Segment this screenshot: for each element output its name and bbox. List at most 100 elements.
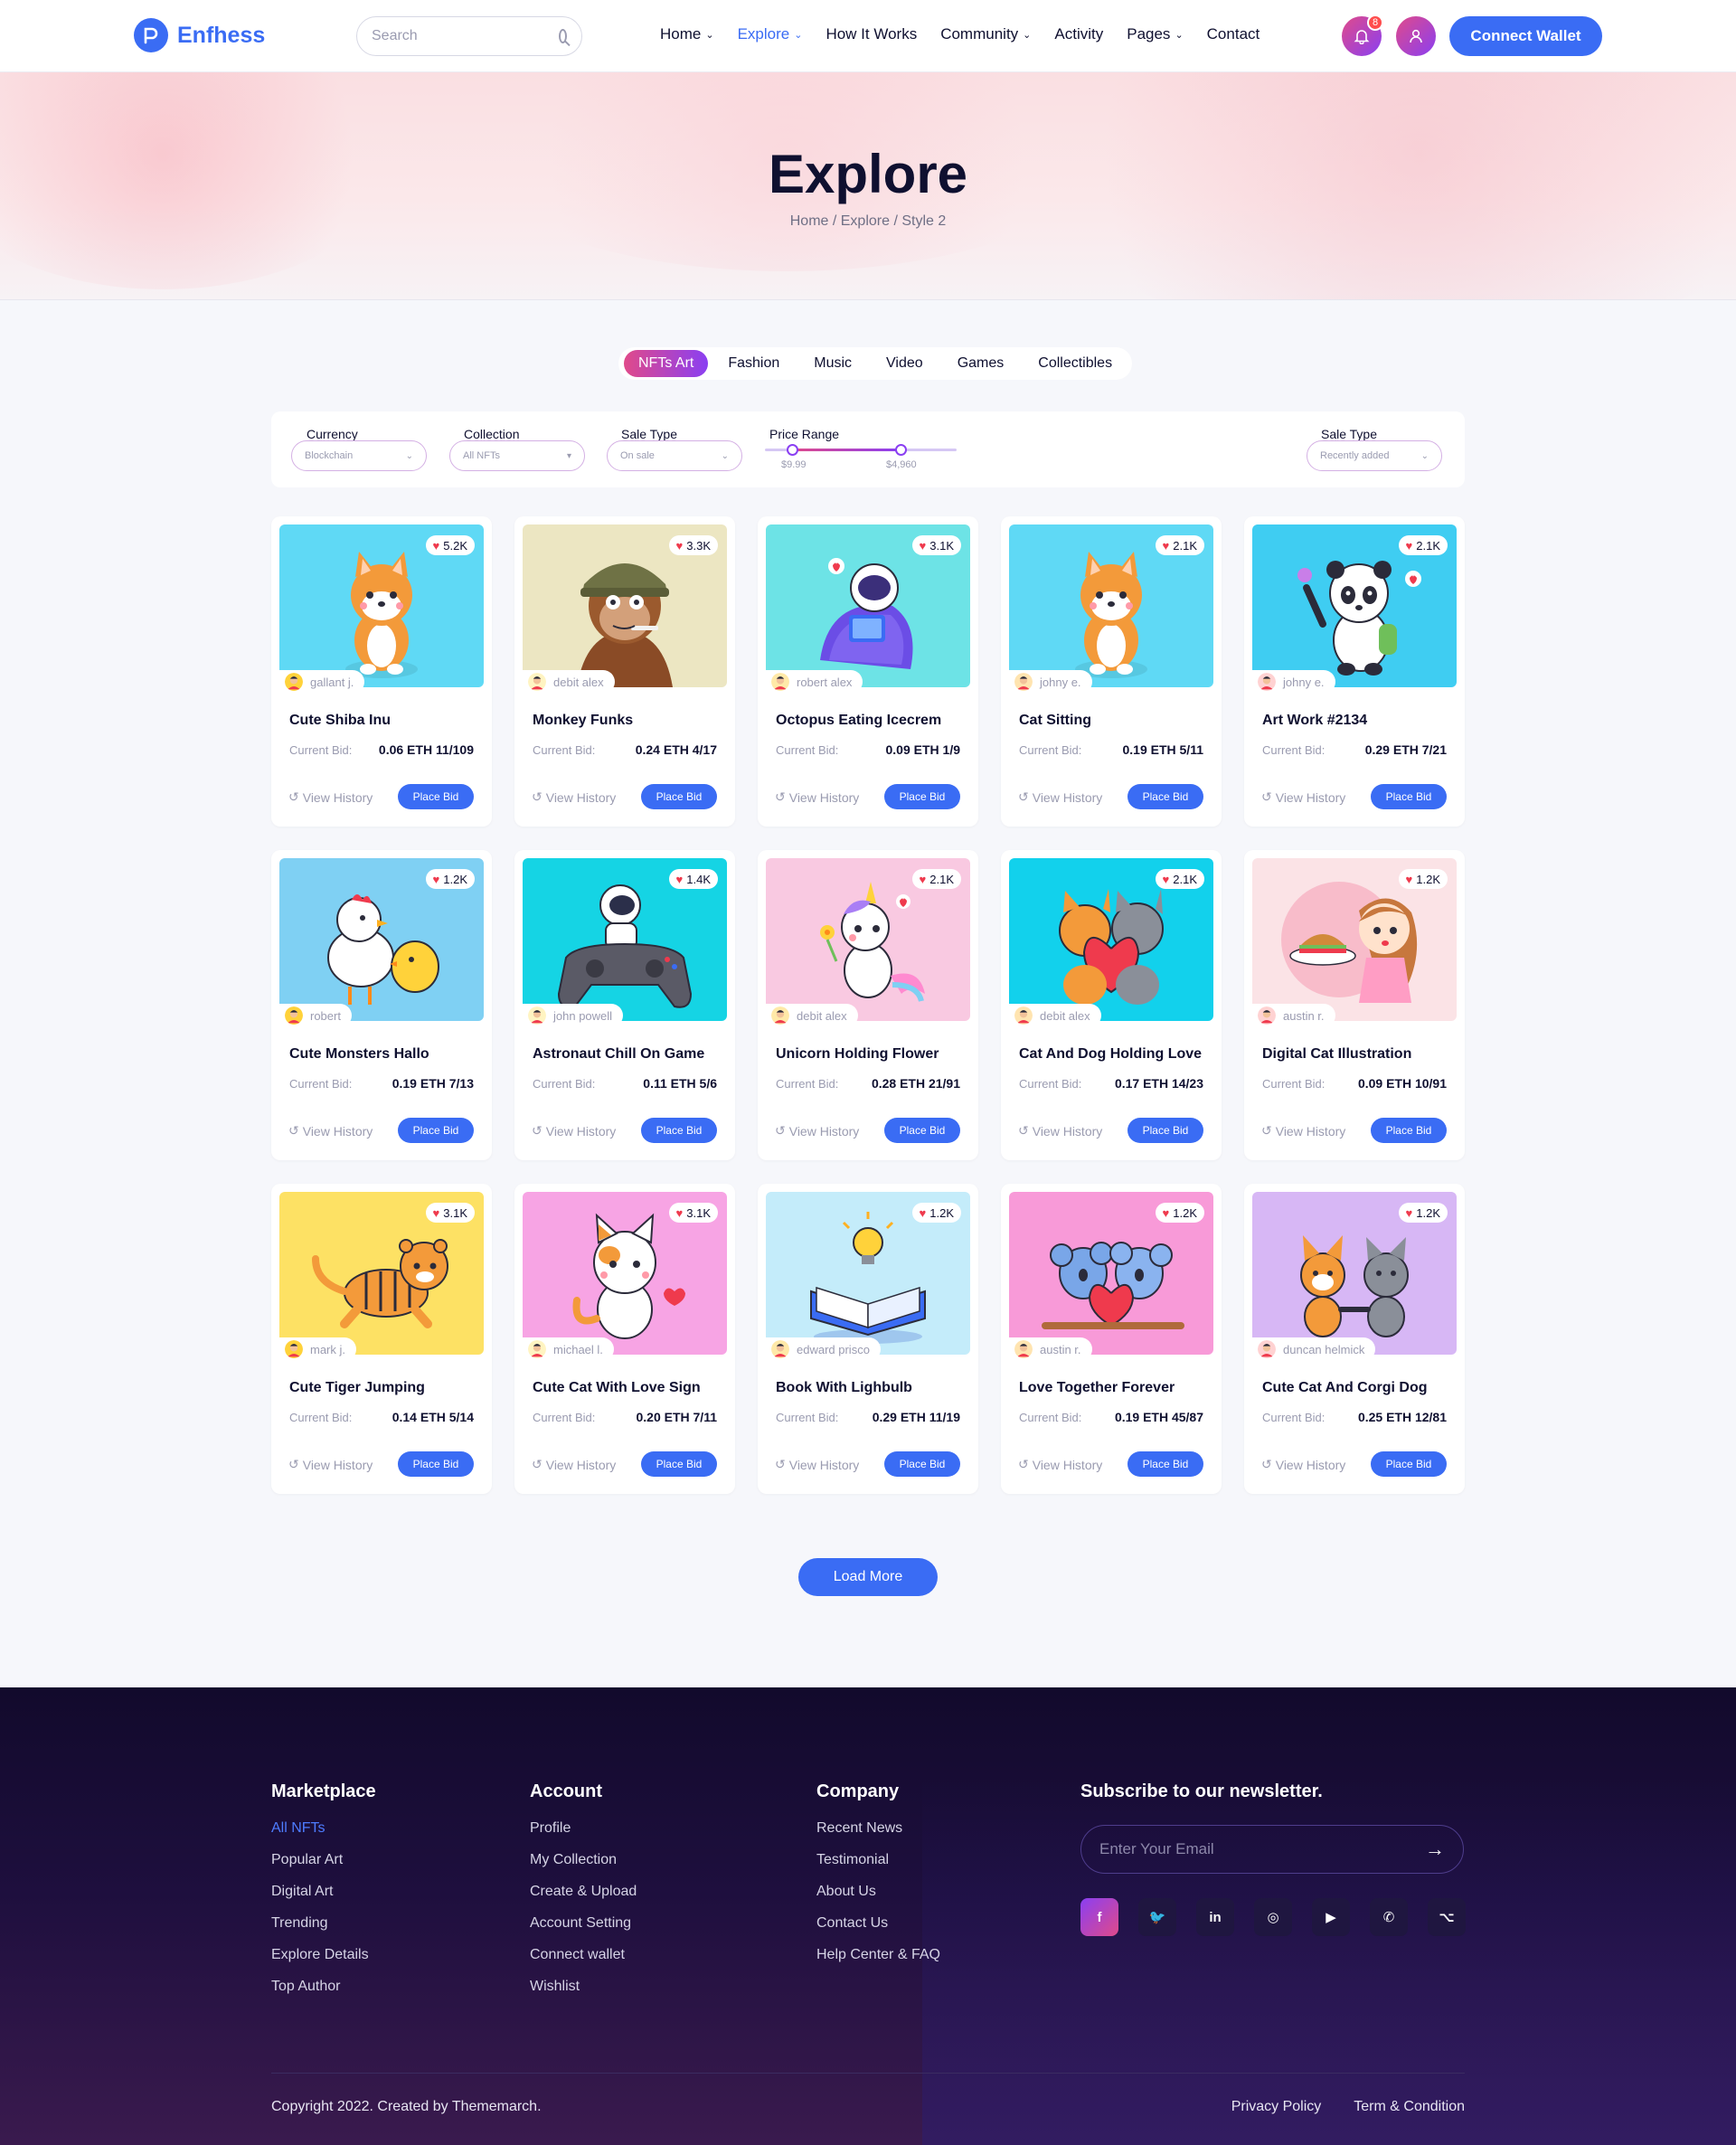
nft-title[interactable]: Book With Lighbulb <box>776 1380 912 1396</box>
view-history-link[interactable]: ↺ View History <box>1018 1123 1102 1139</box>
view-history-link[interactable]: ↺ View History <box>775 1123 859 1139</box>
like-count[interactable]: ♥ 1.4K <box>668 869 718 889</box>
sale-type-select[interactable]: On sale ⌄ <box>607 440 742 471</box>
nft-image[interactable]: ♥ 1.2K <box>279 858 484 1021</box>
collection-select[interactable]: All NFTs ▾ <box>449 440 585 471</box>
view-history-link[interactable]: ↺ View History <box>532 789 616 805</box>
view-history-link[interactable]: ↺ View History <box>1018 789 1102 805</box>
owner-chip[interactable]: johny e. <box>1252 670 1335 694</box>
nft-card[interactable]: ♥ 2.1K johny e. Art Work #2134 Current B… <box>1244 516 1465 827</box>
owner-chip[interactable]: austin r. <box>1009 1337 1092 1361</box>
place-bid-button[interactable]: Place Bid <box>1371 1451 1447 1477</box>
like-count[interactable]: ♥ 1.2K <box>425 869 475 889</box>
place-bid-button[interactable]: Place Bid <box>1127 784 1203 809</box>
place-bid-button[interactable]: Place Bid <box>398 1451 474 1477</box>
nft-title[interactable]: Octopus Eating Icecrem <box>776 713 941 729</box>
nft-image[interactable]: ♥ 2.1K <box>1009 524 1213 687</box>
view-history-link[interactable]: ↺ View History <box>1018 1457 1102 1472</box>
price-max-handle[interactable] <box>895 444 907 456</box>
nft-title[interactable]: Cat Sitting <box>1019 713 1091 729</box>
search-box[interactable] <box>356 16 582 56</box>
nft-title[interactable]: Art Work #2134 <box>1262 713 1367 729</box>
owner-chip[interactable]: debit alex <box>1009 1004 1101 1027</box>
nft-title[interactable]: Cute Cat And Corgi Dog <box>1262 1380 1428 1396</box>
price-min-handle[interactable] <box>787 444 798 456</box>
footer-link[interactable]: Recent News <box>816 1820 940 1837</box>
profile-button[interactable] <box>1396 16 1436 56</box>
twitter-icon[interactable]: 🐦 <box>1138 1898 1176 1936</box>
view-history-link[interactable]: ↺ View History <box>775 1457 859 1472</box>
whatsapp-icon[interactable]: ✆ <box>1370 1898 1408 1936</box>
footer-link[interactable]: Top Author <box>271 1979 376 1995</box>
like-count[interactable]: ♥ 5.2K <box>425 535 475 555</box>
footer-link[interactable]: About Us <box>816 1884 940 1900</box>
like-count[interactable]: ♥ 2.1K <box>911 869 961 889</box>
nft-title[interactable]: Cute Tiger Jumping <box>289 1380 425 1396</box>
tab-nfts-art[interactable]: NFTs Art <box>624 350 709 377</box>
nft-card[interactable]: ♥ 1.2K austin r. Love Together Forever C… <box>1001 1184 1222 1494</box>
nft-card[interactable]: ♥ 1.2K edward prisco Book With Lighbulb … <box>758 1184 978 1494</box>
like-count[interactable]: ♥ 2.1K <box>1398 535 1448 555</box>
like-count[interactable]: ♥ 1.2K <box>1398 869 1448 889</box>
tab-collectibles[interactable]: Collectibles <box>1024 350 1127 377</box>
like-count[interactable]: ♥ 2.1K <box>1155 535 1204 555</box>
nft-card[interactable]: ♥ 2.1K debit alex Cat And Dog Holding Lo… <box>1001 850 1222 1160</box>
owner-chip[interactable]: debit alex <box>766 1004 858 1027</box>
arrow-right-icon[interactable]: → <box>1425 1838 1445 1861</box>
nft-card[interactable]: ♥ 3.1K michael l. Cute Cat With Love Sig… <box>514 1184 735 1494</box>
nft-card[interactable]: ♥ 1.2K duncan helmick Cute Cat And Corgi… <box>1244 1184 1465 1494</box>
footer-link[interactable]: My Collection <box>530 1852 637 1868</box>
view-history-link[interactable]: ↺ View History <box>1261 1123 1345 1139</box>
github-icon[interactable]: ⌥ <box>1428 1898 1466 1936</box>
nft-title[interactable]: Love Together Forever <box>1019 1380 1175 1396</box>
place-bid-button[interactable]: Place Bid <box>641 1118 717 1143</box>
owner-chip[interactable]: michael l. <box>523 1337 614 1361</box>
place-bid-button[interactable]: Place Bid <box>1127 1118 1203 1143</box>
view-history-link[interactable]: ↺ View History <box>288 1457 373 1472</box>
owner-chip[interactable]: austin r. <box>1252 1004 1335 1027</box>
footer-link[interactable]: Popular Art <box>271 1852 376 1868</box>
nav-item-home[interactable]: Home ⌄ <box>660 25 714 43</box>
tab-games[interactable]: Games <box>943 350 1019 377</box>
nft-image[interactable]: ♥ 1.2K <box>766 1192 970 1355</box>
nft-image[interactable]: ♥ 3.3K <box>523 524 727 687</box>
footer-link[interactable]: Wishlist <box>530 1979 637 1995</box>
nft-image[interactable]: ♥ 3.1K <box>279 1192 484 1355</box>
nft-image[interactable]: ♥ 3.1K <box>766 524 970 687</box>
nft-title[interactable]: Cute Monsters Hallo <box>289 1046 429 1063</box>
like-count[interactable]: ♥ 3.1K <box>668 1203 718 1223</box>
nft-title[interactable]: Monkey Funks <box>533 713 633 729</box>
load-more-button[interactable]: Load More <box>798 1558 938 1596</box>
footer-link[interactable]: Contact Us <box>816 1915 940 1932</box>
nft-title[interactable]: Digital Cat Illustration <box>1262 1046 1411 1063</box>
footer-link[interactable]: Profile <box>530 1820 637 1837</box>
nft-card[interactable]: ♥ 2.1K debit alex Unicorn Holding Flower… <box>758 850 978 1160</box>
owner-chip[interactable]: johny e. <box>1009 670 1092 694</box>
footer-link[interactable]: Testimonial <box>816 1852 940 1868</box>
place-bid-button[interactable]: Place Bid <box>641 1451 717 1477</box>
nft-card[interactable]: ♥ 1.2K austin r. Digital Cat Illustratio… <box>1244 850 1465 1160</box>
nav-item-contact[interactable]: Contact <box>1207 25 1260 43</box>
nft-title[interactable]: Cat And Dog Holding Love <box>1019 1046 1202 1063</box>
footer-link[interactable]: Connect wallet <box>530 1947 637 1963</box>
footer-link[interactable]: All NFTs <box>271 1820 376 1837</box>
nft-image[interactable]: ♥ 2.1K <box>1252 524 1457 687</box>
owner-chip[interactable]: robert <box>279 1004 352 1027</box>
nft-card[interactable]: ♥ 3.3K debit alex Monkey Funks Current B… <box>514 516 735 827</box>
place-bid-button[interactable]: Place Bid <box>884 1451 960 1477</box>
like-count[interactable]: ♥ 3.1K <box>425 1203 475 1223</box>
nft-image[interactable]: ♥ 2.1K <box>1009 858 1213 1021</box>
linkedin-icon[interactable]: in <box>1196 1898 1234 1936</box>
tab-fashion[interactable]: Fashion <box>713 350 794 377</box>
place-bid-button[interactable]: Place Bid <box>398 784 474 809</box>
owner-chip[interactable]: duncan helmick <box>1252 1337 1376 1361</box>
footer-link[interactable]: Explore Details <box>271 1947 376 1963</box>
nft-title[interactable]: Cute Shiba Inu <box>289 713 391 729</box>
nft-card[interactable]: ♥ 5.2K gallant j. Cute Shiba Inu Current… <box>271 516 492 827</box>
nav-item-pages[interactable]: Pages ⌄ <box>1127 25 1183 43</box>
nft-title[interactable]: Astronaut Chill On Game <box>533 1046 704 1063</box>
like-count[interactable]: ♥ 2.1K <box>1155 869 1204 889</box>
footer-link[interactable]: Digital Art <box>271 1884 376 1900</box>
place-bid-button[interactable]: Place Bid <box>1371 784 1447 809</box>
footer-link[interactable]: Account Setting <box>530 1915 637 1932</box>
